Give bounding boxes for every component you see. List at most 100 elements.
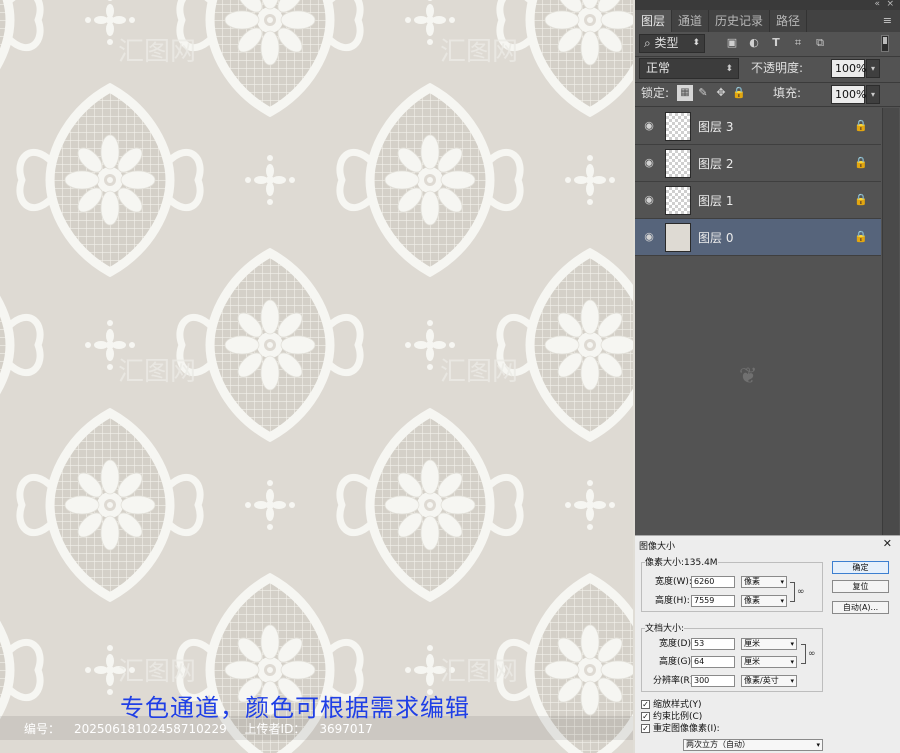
svg-text:汇图网: 汇图网 (118, 657, 196, 687)
lock-move-icon[interactable]: ✥ (713, 85, 729, 101)
fill-input[interactable]: 100% (831, 85, 866, 104)
tab-channels[interactable]: 通道 (672, 10, 710, 32)
link-bracket (801, 644, 806, 664)
lock-all-icon[interactable]: 🔒 (731, 85, 747, 101)
filter-kind-select[interactable]: ⌕ 类型 ⬍ (639, 34, 705, 53)
lock-icon: 🔒 (854, 119, 868, 132)
watermark-logo-icon: ❦ (739, 364, 758, 389)
layer-list: ◉ 图层 3 🔒 ◉ 图层 2 🔒 ◉ 图层 1 🔒 ◉ 图层 0 🔒 (635, 108, 900, 256)
screenshot-root: 汇图网 汇图网 汇图网 汇图网 汇图网 汇图网 专色通道，颜色可根据需求编辑 编… (0, 0, 900, 753)
lock-row: 锁定: ▦ ✎ ✥ 🔒 填充: 100% ▾ (639, 84, 897, 104)
eye-icon[interactable]: ◉ (642, 194, 656, 206)
lock-transparent-icon[interactable]: ▦ (677, 85, 693, 101)
svg-text:汇图网: 汇图网 (440, 657, 518, 687)
updown-icon: ⬍ (692, 38, 700, 48)
filter-toggle[interactable] (881, 35, 889, 52)
opacity-label: 不透明度: (751, 61, 804, 75)
fill-dropdown[interactable]: ▾ (866, 85, 880, 104)
dialog-title: 图像大小 (639, 542, 676, 552)
pattern-tiles (0, 0, 633, 753)
chain-link-icon: ∞ (797, 587, 805, 597)
blend-mode-value: 正常 (646, 61, 671, 75)
adjustment-filter-icon[interactable]: ◐ (747, 36, 761, 50)
divider (635, 82, 900, 83)
constrain-label: 约束比例(C) (653, 712, 703, 722)
scale-styles-checkbox[interactable]: ✓ (641, 700, 650, 709)
layer-thumbnail (665, 149, 691, 178)
panel-menu-icon[interactable]: ≡ (883, 14, 892, 27)
ok-button[interactable]: 确定 (832, 561, 889, 574)
reset-button[interactable]: 复位 (832, 580, 889, 593)
svg-text:汇图网: 汇图网 (118, 37, 196, 67)
opacity-dropdown[interactable]: ▾ (866, 59, 880, 78)
layer-row-selected[interactable]: ◉ 图层 0 🔒 (635, 219, 881, 256)
doc-height-input[interactable]: 64 (691, 656, 735, 668)
chevron-down-icon: ▾ (790, 658, 794, 666)
tab-history[interactable]: 历史记录 (709, 10, 771, 32)
close-icon[interactable]: ✕ (883, 537, 892, 550)
document-size-label: 文档大小: (645, 623, 685, 635)
layers-scrollbar[interactable] (882, 108, 899, 535)
layer-row[interactable]: ◉ 图层 3 🔒 (635, 108, 881, 145)
layer-name: 图层 1 (698, 194, 734, 208)
divider (635, 106, 900, 107)
eye-icon[interactable]: ◉ (642, 120, 656, 132)
eye-icon[interactable]: ◉ (642, 157, 656, 169)
blend-mode-select[interactable]: 正常 ⬍ (639, 58, 739, 79)
search-icon: ⌕ (644, 36, 655, 50)
chevron-down-icon: ▾ (790, 677, 794, 685)
resolution-label: 分辨率(R): (653, 676, 697, 686)
resolution-input[interactable]: 300 (691, 675, 735, 687)
height-unit-select[interactable]: 像素 ▾ (741, 595, 787, 607)
svg-text:汇图网: 汇图网 (440, 357, 518, 387)
lock-label: 锁定: (641, 86, 670, 100)
id-label: 编号： (24, 722, 61, 736)
layer-row[interactable]: ◉ 图层 2 🔒 (635, 145, 881, 182)
resample-checkbox[interactable]: ✓ (641, 724, 650, 733)
chevron-down-icon: ▾ (780, 578, 784, 586)
updown-icon: ⬍ (725, 64, 733, 74)
doc-width-input[interactable]: 53 (691, 638, 735, 650)
eye-icon[interactable]: ◉ (642, 231, 656, 243)
resolution-unit-select[interactable]: 像素/英寸 ▾ (741, 675, 797, 687)
smart-object-filter-icon[interactable]: ⧉ (813, 36, 827, 50)
auto-button[interactable]: 自动(A)... (832, 601, 889, 614)
shape-filter-icon[interactable]: ⌗ (791, 36, 805, 50)
opacity-input[interactable]: 100% (831, 59, 866, 78)
width-label: 宽度(W): (655, 577, 692, 587)
resample-method: 两次立方（自动） (686, 740, 750, 749)
width-input[interactable]: 6260 (691, 576, 735, 588)
resample-method-select[interactable]: 两次立方（自动） ▾ (683, 739, 823, 751)
lock-icon: 🔒 (854, 193, 868, 206)
doc-height-unit-select[interactable]: 厘米 ▾ (741, 656, 797, 668)
doc-width-unit-select[interactable]: 厘米 ▾ (741, 638, 797, 650)
lock-paint-icon[interactable]: ✎ (695, 85, 711, 101)
constrain-checkbox[interactable]: ✓ (641, 712, 650, 721)
layer-name: 图层 0 (698, 231, 734, 245)
image-filter-icon[interactable]: ▣ (725, 36, 739, 50)
lock-icon: 🔒 (854, 230, 868, 243)
svg-text:汇图网: 汇图网 (118, 357, 196, 387)
layers-panel: « × 图层 通道 历史记录 路径 ≡ ⌕ 类型 ⬍ ▣ ◐ T ⌗ ⧉ 正常 (635, 0, 900, 535)
tab-layers[interactable]: 图层 (635, 10, 673, 32)
layer-thumbnail (665, 112, 691, 141)
layer-name: 图层 3 (698, 120, 734, 134)
doc-width-label: 宽度(D): (659, 639, 694, 649)
pattern-preview: 汇图网 汇图网 汇图网 汇图网 汇图网 汇图网 专色通道，颜色可根据需求编辑 编… (0, 0, 633, 753)
id-value: 20250618102458710229 (74, 722, 227, 736)
width-unit: 像素 (744, 577, 760, 586)
image-size-dialog: 图像大小 ✕ 像素大小:135.4M 宽度(W): 6260 像素 ▾ 高度(H)… (635, 535, 900, 753)
layer-filter-row: ⌕ 类型 ⬍ ▣ ◐ T ⌗ ⧉ (639, 34, 897, 54)
text-filter-icon[interactable]: T (769, 36, 783, 50)
chevron-down-icon: ▾ (816, 741, 820, 749)
close-icon[interactable]: × (886, 0, 894, 9)
footer-info: 编号： 20250618102458710229 上传者ID： 3697017 (24, 720, 387, 737)
tab-paths[interactable]: 路径 (770, 10, 808, 32)
layer-thumbnail (665, 186, 691, 215)
width-unit-select[interactable]: 像素 ▾ (741, 576, 787, 588)
layer-row[interactable]: ◉ 图层 1 🔒 (635, 182, 881, 219)
panel-tabs: 图层 通道 历史记录 路径 ≡ (635, 10, 900, 32)
height-input[interactable]: 7559 (691, 595, 735, 607)
damask-pattern: 汇图网 汇图网 汇图网 汇图网 汇图网 汇图网 (0, 0, 633, 753)
collapse-icon[interactable]: « (874, 0, 880, 9)
